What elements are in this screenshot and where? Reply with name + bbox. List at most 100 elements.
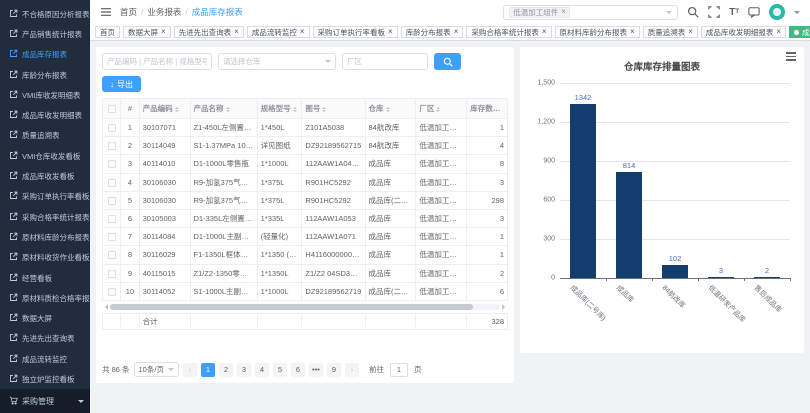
sidebar-item[interactable]: 原材料收货作业看板 [0, 248, 90, 268]
sidebar-item[interactable]: 原材料质检合格率报表 [0, 288, 90, 308]
sidebar-item[interactable]: 先进先出查询表 [0, 329, 90, 349]
chart-bar[interactable] [616, 172, 642, 278]
row-checkbox[interactable] [108, 251, 116, 259]
warehouse-select[interactable]: 请选择仓库 [218, 53, 336, 70]
row-checkbox-cell[interactable] [103, 246, 121, 264]
page-size-select[interactable]: 10条/页 [134, 362, 179, 377]
row-checkbox-cell[interactable] [103, 264, 121, 282]
sort-icon[interactable] [175, 105, 179, 114]
sort-icon[interactable] [436, 105, 440, 114]
tab-先进先出查询表[interactable]: 先进先出查询表× [174, 26, 244, 39]
goto-page-input[interactable] [390, 363, 408, 377]
close-icon[interactable]: × [561, 8, 566, 16]
chart-bar[interactable] [754, 277, 780, 278]
column-header-厂区[interactable]: 厂区 [416, 99, 467, 119]
sidebar-item[interactable]: 质量追溯表 [0, 126, 90, 146]
tab-首页[interactable]: 首页 [95, 26, 120, 39]
scroll-right-icon[interactable] [502, 304, 508, 310]
fullscreen-icon[interactable] [708, 6, 720, 18]
keyword-input[interactable] [102, 53, 212, 70]
sidebar-item[interactable]: 独立炉监控看板 [0, 369, 90, 389]
sidebar-item[interactable]: 产品销售统计报表 [0, 24, 90, 44]
row-checkbox-cell[interactable] [103, 228, 121, 246]
breadcrumb-item[interactable]: 首页 [120, 6, 137, 18]
tab-成品库存报表[interactable]: 成品库存报表× [789, 26, 810, 39]
select-all-checkbox-cell[interactable] [103, 99, 121, 119]
column-header-产品名称[interactable]: 产品名称 [190, 99, 257, 119]
page-button-1[interactable]: 1 [201, 363, 215, 377]
row-checkbox-cell[interactable] [103, 191, 121, 209]
row-checkbox[interactable] [108, 142, 116, 150]
row-checkbox[interactable] [108, 270, 116, 278]
tab-采购合格率统计报表[interactable]: 采购合格率统计报表× [466, 26, 551, 39]
column-header-产品编码[interactable]: 产品编码 [139, 99, 190, 119]
close-icon[interactable]: × [776, 28, 781, 36]
page-button-5[interactable]: 5 [273, 363, 287, 377]
tab-成品流转监控[interactable]: 成品流转监控× [247, 26, 310, 39]
close-icon[interactable]: × [161, 28, 166, 36]
sidebar-item-purchase-management[interactable]: 采购管理 [0, 389, 90, 413]
row-checkbox[interactable] [108, 288, 116, 296]
search-button[interactable] [434, 53, 461, 70]
page-button-4[interactable]: 4 [255, 363, 269, 377]
sort-icon[interactable] [386, 105, 390, 114]
close-icon[interactable]: × [234, 28, 239, 36]
column-header-规格型号[interactable]: 规格型号 [257, 99, 302, 119]
row-checkbox[interactable] [108, 124, 116, 132]
scroll-left-icon[interactable] [102, 304, 108, 310]
close-icon[interactable]: × [542, 28, 547, 36]
row-checkbox[interactable] [108, 233, 116, 241]
row-checkbox[interactable] [108, 215, 116, 223]
search-icon[interactable] [687, 6, 699, 18]
tab-数据大屏[interactable]: 数据大屏× [123, 26, 171, 39]
chart-bar[interactable] [662, 265, 688, 278]
page-button-9[interactable]: 9 [327, 363, 341, 377]
column-header-图号[interactable]: 图号 [302, 99, 365, 119]
sidebar-item[interactable]: 不合格原因分析报表 [0, 4, 90, 24]
sidebar-item[interactable]: 原材料库龄分布报表 [0, 227, 90, 247]
close-icon[interactable]: × [454, 28, 459, 36]
sidebar-item[interactable]: 库龄分布报表 [0, 65, 90, 85]
row-checkbox[interactable] [108, 197, 116, 205]
close-icon[interactable]: × [300, 28, 305, 36]
font-size-icon[interactable]: TT [729, 7, 739, 18]
sidebar-item[interactable]: 采购订单执行率看板 [0, 187, 90, 207]
sort-icon[interactable] [293, 105, 297, 114]
header-filter-select[interactable]: 低温加工组件 × [503, 5, 678, 20]
sidebar-item[interactable]: VMI仓库收发看板 [0, 146, 90, 166]
page-button-6[interactable]: 6 [291, 363, 305, 377]
chart-menu-icon[interactable] [786, 52, 796, 61]
collapse-menu-icon[interactable] [100, 7, 112, 17]
row-checkbox[interactable] [108, 160, 116, 168]
sidebar-item[interactable]: 成品库收发明细表 [0, 105, 90, 125]
sidebar-item[interactable]: 经营看板 [0, 268, 90, 288]
horizontal-scrollbar[interactable] [102, 304, 508, 310]
row-checkbox[interactable] [108, 179, 116, 187]
message-icon[interactable] [748, 6, 760, 18]
scrollbar-thumb[interactable] [110, 304, 473, 310]
sidebar-item[interactable]: VMI库收发明细表 [0, 85, 90, 105]
close-icon[interactable]: × [630, 28, 635, 36]
sidebar-item[interactable]: 数据大屏 [0, 308, 90, 328]
select-all-checkbox[interactable] [108, 105, 116, 113]
breadcrumb-item[interactable]: 业务报表 [147, 6, 181, 18]
column-header-仓库[interactable]: 仓库 [365, 99, 416, 119]
tab-采购订单执行率看板[interactable]: 采购订单执行率看板× [313, 26, 398, 39]
tab-库龄分布报表[interactable]: 库龄分布报表× [401, 26, 464, 39]
close-icon[interactable]: × [388, 28, 393, 36]
tab-成品库收发明细报表[interactable]: 成品库收发明细报表× [701, 26, 786, 39]
factory-input[interactable] [342, 53, 428, 70]
sort-icon[interactable] [502, 105, 506, 114]
row-checkbox-cell[interactable] [103, 155, 121, 173]
row-checkbox-cell[interactable] [103, 282, 121, 300]
page-button-2[interactable]: 2 [219, 363, 233, 377]
scrollbar-track[interactable] [110, 304, 500, 310]
chart-bar[interactable] [570, 104, 596, 278]
tab-质量追溯表[interactable]: 质量追溯表× [643, 26, 698, 39]
row-checkbox-cell[interactable] [103, 209, 121, 227]
chart-bar[interactable] [708, 277, 734, 278]
prev-page-button[interactable]: ‹ [183, 363, 197, 377]
avatar[interactable] [769, 4, 785, 20]
page-button-3[interactable]: 3 [237, 363, 251, 377]
close-icon[interactable]: × [688, 28, 693, 36]
